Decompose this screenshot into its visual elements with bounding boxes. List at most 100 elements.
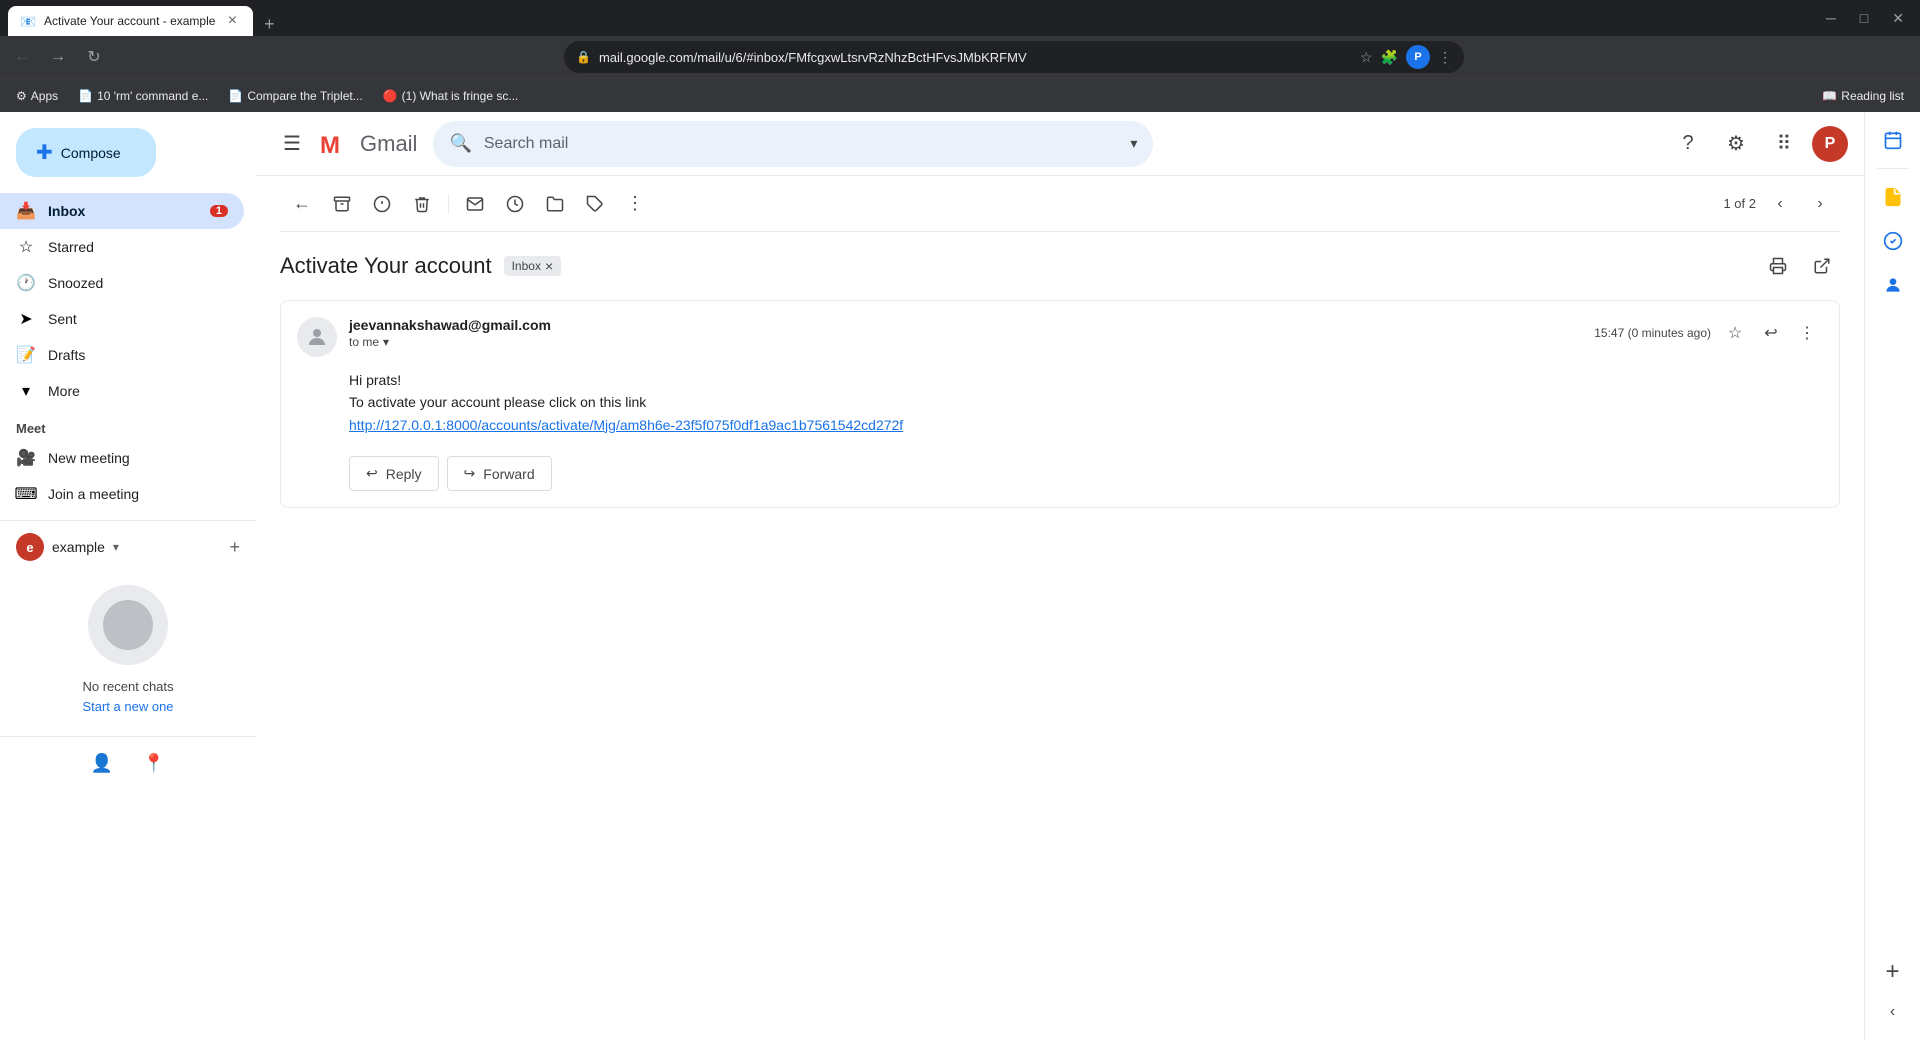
right-panel-expand-button[interactable]: ‹ <box>1873 992 1913 1032</box>
print-button[interactable] <box>1760 248 1796 284</box>
prev-email-button[interactable]: ‹ <box>1764 188 1796 220</box>
reply-button[interactable]: ↩ Reply <box>349 456 439 491</box>
triplet-favicon: 📄 <box>228 89 243 103</box>
rm-favicon: 📄 <box>78 89 93 103</box>
search-bar[interactable]: 🔍 Search mail ▾ <box>433 121 1153 167</box>
sidebar-item-new-meeting[interactable]: 🎥 New meeting <box>0 440 244 476</box>
email-star-button[interactable]: ☆ <box>1719 317 1751 349</box>
right-panel-calendar-button[interactable] <box>1873 120 1913 160</box>
maximize-button[interactable]: □ <box>1852 6 1876 30</box>
no-chats-label: No recent chats <box>82 679 173 694</box>
apps-grid-button[interactable]: ⠿ <box>1764 124 1804 164</box>
bookmark-compare-triplet[interactable]: 📄 Compare the Triplet... <box>220 85 370 107</box>
search-options-icon[interactable]: ▾ <box>1130 135 1137 152</box>
compose-plus-icon: ✚ <box>36 140 53 165</box>
browser-chrome: 📧 Activate Your account - example × + ─ … <box>0 0 1920 36</box>
address-bar[interactable]: 🔒 mail.google.com/mail/u/6/#inbox/FMfcgx… <box>564 41 1464 73</box>
start-new-chat-link[interactable]: Start a new one <box>82 699 173 714</box>
hamburger-menu-button[interactable]: ☰ <box>272 124 312 164</box>
hangouts-chevron-icon: ▾ <box>113 540 119 554</box>
hangouts-person-button[interactable]: 👤 <box>84 745 120 781</box>
hangouts-location-button[interactable]: 📍 <box>136 745 172 781</box>
sidebar-item-drafts[interactable]: 📝 Drafts <box>0 337 244 373</box>
inbox-tag[interactable]: Inbox × <box>504 256 562 276</box>
sent-icon: ➤ <box>16 309 36 329</box>
sidebar-item-sent[interactable]: ➤ Sent <box>0 301 244 337</box>
extension-puzzle-icon[interactable]: 🧩 <box>1381 49 1398 66</box>
search-icon[interactable]: 🔍 <box>449 133 471 154</box>
minimize-button[interactable]: ─ <box>1818 6 1844 30</box>
right-panel-add-button[interactable]: + <box>1873 952 1913 992</box>
address-right-actions: ☆ 🧩 P ⋮ <box>1360 45 1452 69</box>
bookmark-rm-command[interactable]: 📄 10 'rm' command e... <box>70 85 216 107</box>
tab-title: Activate Your account - example <box>44 14 215 28</box>
archive-button[interactable] <box>324 186 360 222</box>
email-message-header: jeevannakshawad@gmail.com to me ▾ 15:47 … <box>297 317 1823 357</box>
email-reply-quick-button[interactable]: ↩ <box>1755 317 1787 349</box>
refresh-button[interactable]: ↻ <box>80 43 108 71</box>
to-label: to me <box>349 335 379 349</box>
keyboard-icon: ⌨ <box>16 484 36 504</box>
meet-section-header: Meet <box>0 409 256 440</box>
sidebar-item-more[interactable]: ▾ More <box>0 373 244 409</box>
star-bookmark-icon[interactable]: ☆ <box>1360 49 1373 66</box>
hangouts-add-button[interactable]: + <box>229 537 240 558</box>
delete-button[interactable] <box>404 186 440 222</box>
move-to-button[interactable] <box>537 186 573 222</box>
hangouts-user-row[interactable]: e example ▾ <box>16 533 221 561</box>
sender-email: jeevannakshawad@gmail.com <box>349 317 1582 333</box>
header-actions: ? ⚙ ⠿ P <box>1668 124 1848 164</box>
gmail-logo-text: Gmail <box>360 131 417 157</box>
sidebar-item-snoozed[interactable]: 🕐 Snoozed <box>0 265 244 301</box>
profile-avatar[interactable]: P <box>1406 45 1430 69</box>
more-options-button[interactable]: ⋮ <box>617 186 653 222</box>
new-tab-button[interactable]: + <box>257 12 281 36</box>
snooze-button[interactable] <box>497 186 533 222</box>
next-email-button[interactable]: › <box>1804 188 1836 220</box>
report-spam-button[interactable] <box>364 186 400 222</box>
forward-button[interactable]: ↪ Forward <box>447 456 552 491</box>
email-more-button[interactable]: ⋮ <box>1791 317 1823 349</box>
forward-button[interactable]: → <box>44 43 72 71</box>
compose-button[interactable]: ✚ Compose <box>16 128 156 177</box>
mark-unread-button[interactable] <box>457 186 493 222</box>
back-to-inbox-button[interactable]: ← <box>284 186 320 222</box>
active-tab[interactable]: 📧 Activate Your account - example × <box>8 6 253 36</box>
activation-link[interactable]: http://127.0.0.1:8000/accounts/activate/… <box>349 417 903 433</box>
user-avatar[interactable]: P <box>1812 126 1848 162</box>
body-text: To activate your account please click on… <box>349 394 646 410</box>
right-panel: + ‹ <box>1864 112 1920 1040</box>
close-button[interactable]: ✕ <box>1884 6 1912 31</box>
settings-button[interactable]: ⚙ <box>1716 124 1756 164</box>
inbox-tag-close[interactable]: × <box>545 258 553 274</box>
label-button[interactable] <box>577 186 613 222</box>
email-thread: jeevannakshawad@gmail.com to me ▾ 15:47 … <box>280 300 1840 508</box>
hangouts-username: example <box>52 539 105 555</box>
apps-icon: ⚙ <box>16 89 27 103</box>
to-chevron-icon: ▾ <box>383 335 389 349</box>
gmail-app: ✚ Compose 📥 Inbox 1 ☆ Starred 🕐 Snoozed … <box>0 112 1920 1040</box>
reading-list-button[interactable]: 📖 Reading list <box>1814 85 1912 107</box>
join-meeting-label: Join a meeting <box>48 486 228 502</box>
right-panel-contacts-button[interactable] <box>1873 265 1913 305</box>
starred-label: Starred <box>48 239 228 255</box>
bookmark-fringe[interactable]: 🔴 (1) What is fringe sc... <box>375 85 527 107</box>
open-in-new-button[interactable] <box>1804 248 1840 284</box>
right-panel-notes-button[interactable] <box>1873 177 1913 217</box>
email-actions: ↩ Reply ↪ Forward <box>297 456 1823 491</box>
more-label: More <box>48 383 228 399</box>
back-button[interactable]: ← <box>8 43 36 71</box>
right-panel-tasks-button[interactable] <box>1873 221 1913 261</box>
email-area: ☰ M Gmail 🔍 Search mail ▾ ? ⚙ ⠿ P <box>256 112 1864 1040</box>
menu-icon[interactable]: ⋮ <box>1438 49 1452 66</box>
help-button[interactable]: ? <box>1668 124 1708 164</box>
sidebar-item-starred[interactable]: ☆ Starred <box>0 229 244 265</box>
bookmark-apps[interactable]: ⚙ Apps <box>8 85 66 107</box>
search-input[interactable]: Search mail <box>484 135 1119 153</box>
rm-label: 10 'rm' command e... <box>97 89 208 103</box>
sidebar-item-inbox[interactable]: 📥 Inbox 1 <box>0 193 244 229</box>
tab-close-btn[interactable]: × <box>223 12 241 30</box>
window-controls: ─ □ ✕ <box>1818 6 1912 31</box>
sidebar-item-join-meeting[interactable]: ⌨ Join a meeting <box>0 476 244 512</box>
right-panel-divider-1 <box>1877 168 1909 169</box>
